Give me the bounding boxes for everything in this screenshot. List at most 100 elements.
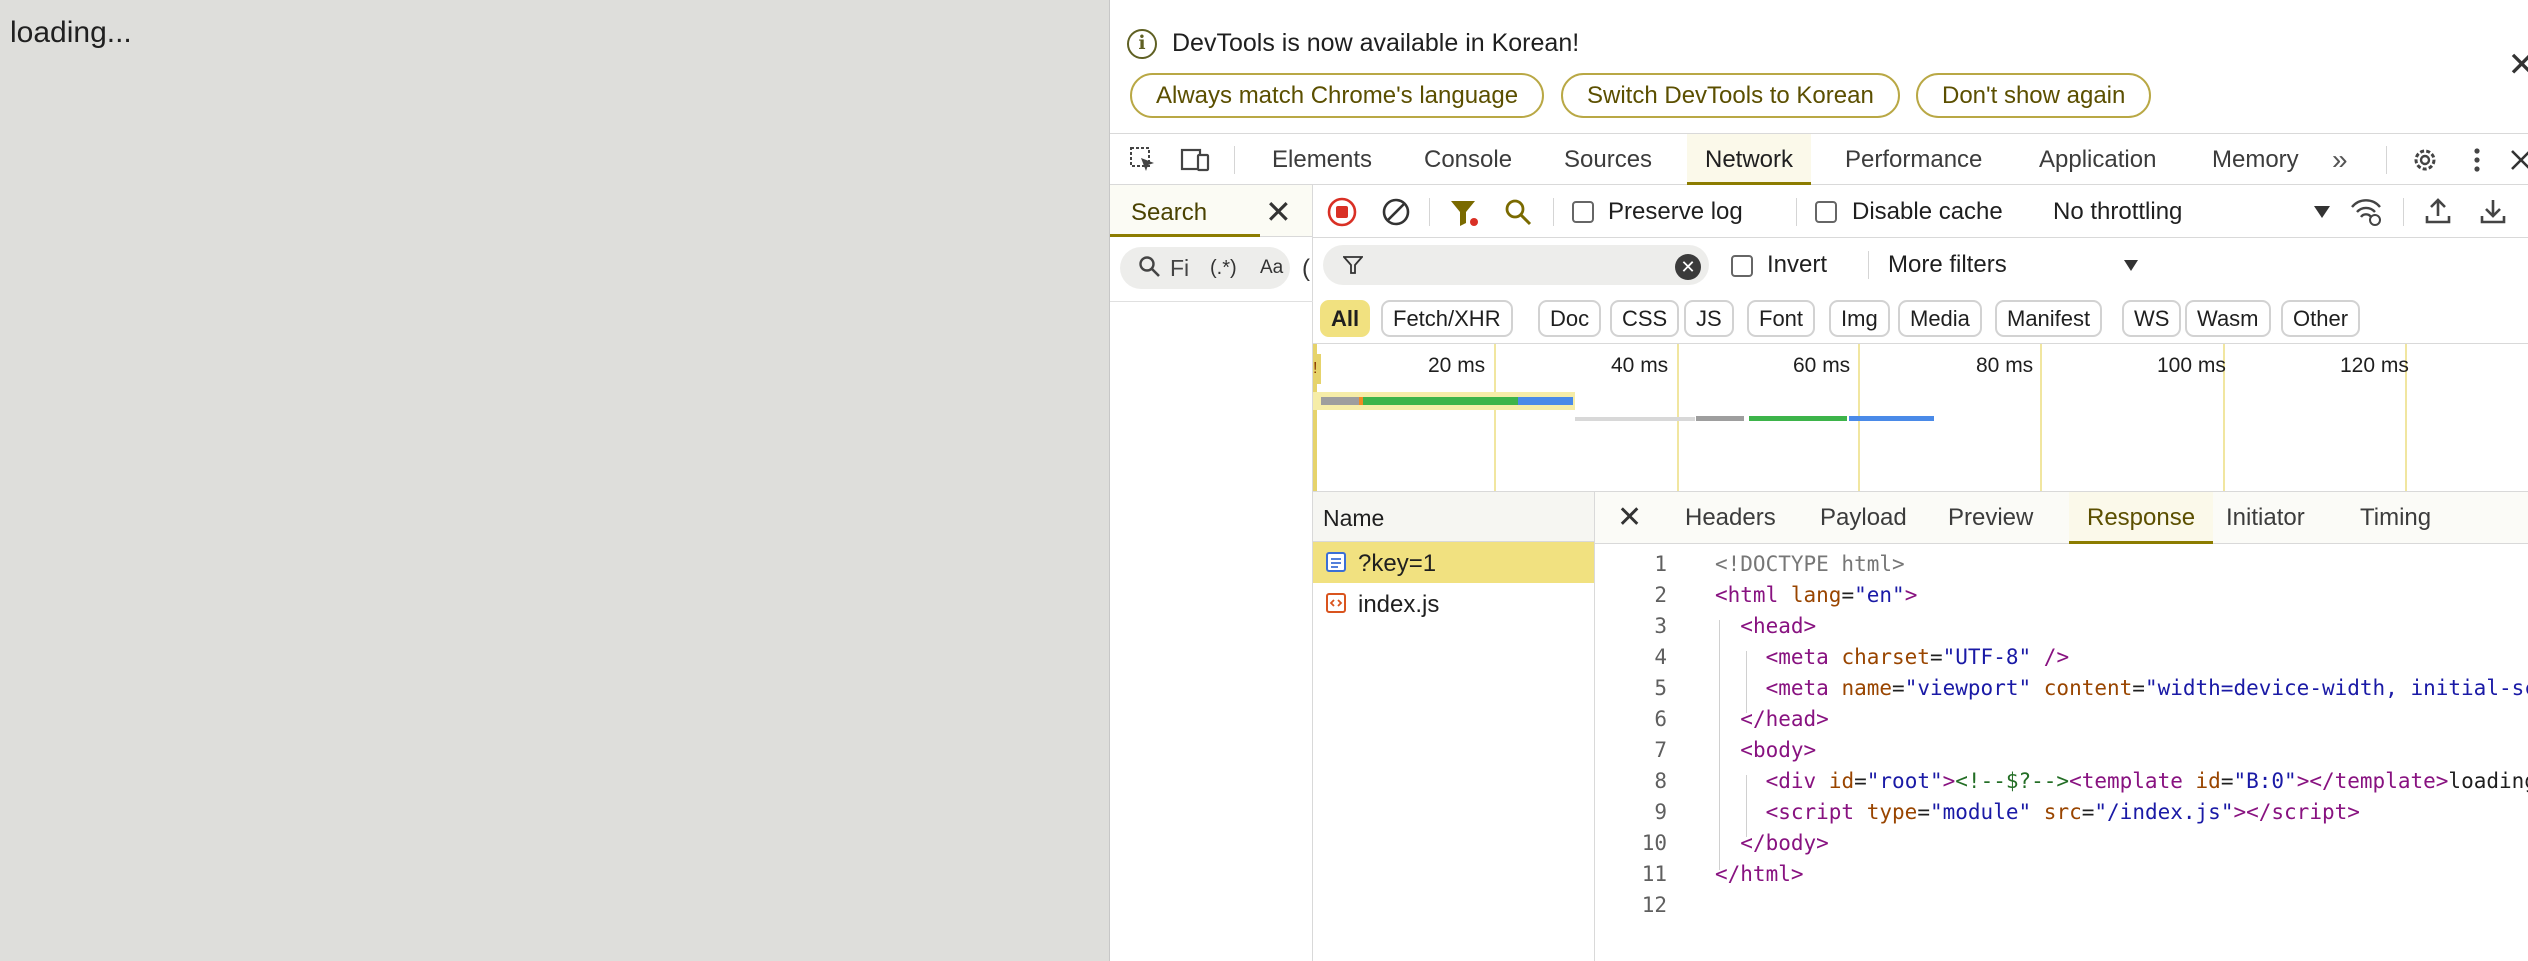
code-line: 8 <div id="root"><!--$?--><template id="… [1654, 769, 2528, 793]
filter-chip-all[interactable]: All [1320, 300, 1370, 337]
regex-toggle[interactable]: (.*) [1210, 257, 1237, 280]
request-details: ✕ Headers Payload Preview Response Initi… [1595, 492, 2528, 961]
filter-chip-font[interactable]: Font [1747, 300, 1816, 337]
filter-chip-img[interactable]: Img [1829, 300, 1890, 337]
code-line: 11 </html> [1641, 862, 1804, 886]
always-match-language-button[interactable]: Always match Chrome's language [1130, 73, 1545, 118]
tab-performance[interactable]: Performance [1845, 134, 1982, 185]
timeline-gridline [1494, 344, 1496, 491]
tab-console[interactable]: Console [1424, 134, 1512, 185]
throttling-select[interactable]: No throttling [2053, 198, 2182, 226]
tab-timing[interactable]: Timing [2360, 492, 2431, 544]
tab-memory[interactable]: Memory [2212, 134, 2299, 185]
search-input-value: Fi [1170, 255, 1190, 281]
details-tabbar: ✕ Headers Payload Preview Response Initi… [1595, 492, 2528, 544]
filter-icon [1343, 256, 1363, 274]
waterfall-bar-download [1518, 397, 1573, 405]
network-filter-input[interactable]: ✕ [1323, 245, 1709, 285]
tab-initiator[interactable]: Initiator [2226, 492, 2305, 544]
network-toolbar: Preserve log Disable cache No throttling [1313, 185, 2528, 238]
language-infobar: i DevTools is now available in Korean! A… [1110, 0, 2528, 134]
close-details-icon[interactable]: ✕ [1617, 500, 1642, 535]
request-name: ?key=1 [1358, 550, 1437, 577]
tab-application[interactable]: Application [2039, 134, 2156, 185]
code-line: 1 <!DOCTYPE html> [1654, 552, 1905, 576]
code-line: 4 <meta charset="UTF-8" /> [1654, 645, 2070, 669]
request-row[interactable]: index.js [1313, 583, 1594, 624]
timeline-handle[interactable]: ! [1313, 354, 1321, 384]
kebab-menu-icon[interactable] [2462, 145, 2492, 175]
tab-elements[interactable]: Elements [1272, 134, 1372, 185]
filter-chip-wasm[interactable]: Wasm [2185, 300, 2271, 337]
info-icon: i [1127, 29, 1157, 59]
close-devtools-icon[interactable] [2506, 145, 2528, 175]
toolbar-divider [1796, 198, 1797, 226]
record-stop-icon[interactable] [1327, 197, 1357, 227]
waterfall-bar-stalled [1696, 416, 1744, 421]
more-filters-dropdown[interactable]: More filters [1888, 251, 2007, 279]
filter-chip-doc[interactable]: Doc [1538, 300, 1602, 337]
main-toolbar: Elements Console Sources Network Perform… [1110, 134, 2528, 185]
document-icon [1326, 552, 1346, 572]
request-row[interactable]: ?key=1 [1313, 542, 1594, 583]
clear-log-icon[interactable] [1381, 197, 1411, 227]
toolbar-divider [2386, 146, 2387, 174]
page-viewport: loading... [0, 0, 1110, 961]
export-har-icon[interactable] [2478, 196, 2508, 226]
device-toolbar-icon[interactable] [1180, 145, 1210, 175]
inspect-element-icon[interactable] [1128, 145, 1158, 175]
toolbar-divider [1553, 198, 1554, 226]
import-har-icon[interactable] [2423, 196, 2453, 226]
network-panel: Preserve log Disable cache No throttling [1313, 185, 2528, 961]
filter-chip-ws[interactable]: WS [2122, 300, 2182, 337]
timeline-tick: 80 ms [1976, 354, 2034, 377]
close-search-icon[interactable]: ✕ [1265, 193, 1292, 231]
script-icon [1326, 593, 1346, 613]
filter-chip-fetch-xhr[interactable]: Fetch/XHR [1381, 300, 1513, 337]
refresh-search-icon[interactable]: ( [1302, 255, 1310, 283]
tab-payload[interactable]: Payload [1820, 492, 1907, 544]
toolbar-divider [1868, 251, 1869, 279]
tab-preview[interactable]: Preview [1948, 492, 2033, 544]
chevron-down-icon[interactable] [2123, 259, 2139, 272]
tab-sources[interactable]: Sources [1564, 134, 1652, 185]
search-tab-underline [1110, 234, 1260, 237]
waterfall-bar-waiting [1363, 397, 1518, 405]
timeline-tick: 20 ms [1428, 354, 1486, 377]
invert-checkbox[interactable] [1731, 255, 1753, 277]
search-network-icon[interactable] [1503, 197, 1533, 227]
waterfall-bar-queue [1321, 397, 1359, 405]
name-column-header[interactable]: Name [1323, 505, 1384, 532]
settings-gear-icon[interactable] [2410, 145, 2440, 175]
devtools-panel: i DevTools is now available in Korean! A… [1110, 0, 2528, 961]
filter-funnel-icon[interactable] [1449, 198, 1479, 228]
toolbar-divider [1234, 146, 1235, 174]
waterfall-bar-waiting [1749, 416, 1847, 421]
filter-chip-media[interactable]: Media [1898, 300, 1982, 337]
network-conditions-icon[interactable] [2349, 195, 2383, 227]
search-tab[interactable]: Search [1131, 199, 1207, 227]
chevron-down-icon[interactable] [2313, 205, 2331, 219]
dont-show-again-button[interactable]: Don't show again [1916, 73, 2152, 118]
disable-cache-checkbox[interactable] [1815, 201, 1837, 223]
response-code-viewer[interactable]: 1 <!DOCTYPE html> 2 <html lang="en"> 3 <he… [1595, 544, 2528, 961]
timeline-tick: 40 ms [1611, 354, 1669, 377]
close-infobar-icon[interactable]: ✕ [2508, 48, 2528, 82]
filter-chip-css[interactable]: CSS [1610, 300, 1680, 337]
clear-filter-icon[interactable]: ✕ [1675, 254, 1701, 280]
infobar-message: DevTools is now available in Korean! [1172, 29, 1580, 57]
more-tabs-icon[interactable]: » [2332, 134, 2348, 185]
filter-chip-other[interactable]: Other [2281, 300, 2361, 337]
invert-label: Invert [1767, 251, 1828, 278]
switch-to-korean-button[interactable]: Switch DevTools to Korean [1561, 73, 1900, 118]
search-input[interactable]: Fi (.*) Aa [1120, 247, 1290, 289]
filter-chip-js[interactable]: JS [1684, 300, 1734, 337]
toolbar-divider [1429, 198, 1430, 226]
tab-headers[interactable]: Headers [1685, 492, 1776, 544]
tab-network[interactable]: Network [1687, 134, 1812, 185]
tab-response[interactable]: Response [2069, 492, 2214, 544]
preserve-log-checkbox[interactable] [1572, 201, 1594, 223]
filter-chip-manifest[interactable]: Manifest [1995, 300, 2103, 337]
match-case-toggle[interactable]: Aa [1260, 257, 1283, 279]
code-line: 7 <body> [1654, 738, 1817, 762]
